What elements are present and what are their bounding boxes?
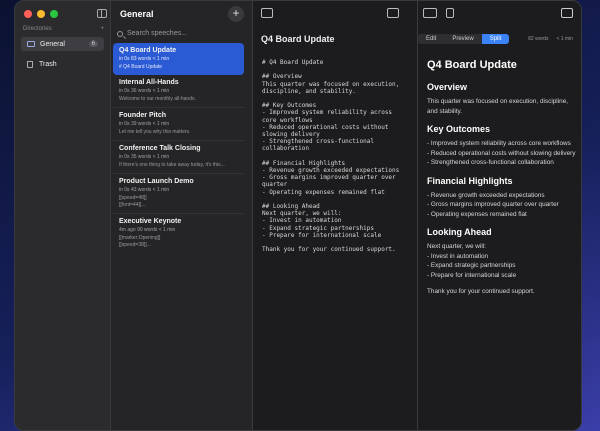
count-badge: 6 [88, 41, 98, 47]
preview-pane: Edit Preview Split 82 words < 1 min Q4 B… [418, 1, 581, 430]
document-stats: 82 words < 1 min [528, 36, 573, 42]
speech-title: Conference Talk Closing [119, 145, 201, 152]
sidebar-item-label: General [40, 40, 65, 48]
editor-pane: Q4 Board Update # Q4 Board Update ## Ove… [253, 1, 418, 430]
window-controls [24, 10, 58, 18]
folder-icon[interactable] [423, 8, 437, 18]
section-heading: Financial Highlights [427, 175, 513, 186]
list-item[interactable]: Conference Talk Closing in 0s 35 words <… [113, 141, 244, 174]
preview-heading: Q4 Board Update [427, 59, 517, 71]
speech-title: Q4 Board Update [119, 47, 177, 54]
sidebar: Directories + General 6 Trash [15, 1, 111, 430]
window-icon[interactable] [387, 8, 399, 18]
speech-meta: 4m ago 90 words < 1 min [119, 227, 176, 233]
speech-list-pane: General + Search speeches... Q4 Board Up… [111, 1, 253, 430]
view-mode-segmented: Edit Preview Split [418, 34, 510, 44]
trash-icon [27, 60, 33, 68]
sidebar-item-general[interactable]: General 6 [21, 37, 104, 51]
speech-title: Founder Pitch [119, 112, 167, 119]
split-mode-button[interactable]: Split [481, 34, 510, 44]
speech-list: Q4 Board Update in 0s 83 words < 1 min #… [111, 43, 253, 253]
speech-preview: Let me tell you why this matters. [119, 129, 191, 135]
speech-title: Executive Keynote [119, 218, 182, 225]
speech-meta: in 0s 36 words < 1 min [119, 88, 170, 94]
add-speech-button[interactable]: + [228, 6, 244, 22]
speech-meta: in 0s 35 words < 1 min [119, 154, 170, 160]
reading-time: < 1 min [556, 36, 573, 42]
list-item-text: - Gross margins improved quarter over qu… [427, 201, 559, 208]
present-icon[interactable] [561, 8, 573, 18]
play-icon[interactable] [261, 8, 273, 18]
list-item[interactable]: Product Launch Demo in 0s 43 words < 1 m… [113, 174, 244, 214]
markdown-editor[interactable]: # Q4 Board Update ## Overview This quart… [262, 59, 414, 253]
list-item[interactable]: Founder Pitch in 0s 39 words < 1 min Let… [113, 108, 244, 141]
close-window-button[interactable] [24, 10, 32, 18]
list-item-text: - Improved system reliability across cor… [427, 140, 571, 147]
sidebar-toggle-icon[interactable] [97, 9, 107, 18]
search-input[interactable]: Search speeches... [115, 27, 249, 40]
search-placeholder: Search speeches... [127, 30, 187, 37]
minimize-window-button[interactable] [37, 10, 45, 18]
list-item-text: - Prepare for international scale [427, 271, 517, 279]
rendered-preview: Q4 Board Update Overview This quarter wa… [427, 59, 577, 297]
document-title: Q4 Board Update [261, 34, 335, 44]
paragraph: Next quarter, we will: [427, 243, 486, 250]
zoom-window-button[interactable] [50, 10, 58, 18]
list-title: General [120, 9, 154, 19]
speech-title: Product Launch Demo [119, 178, 194, 185]
section-heading: Overview [427, 82, 468, 92]
speech-title: Internal All-Hands [119, 79, 179, 86]
sidebar-item-trash[interactable]: Trash [21, 57, 104, 71]
section-heading: Key Outcomes [427, 124, 491, 134]
directories-label: Directories [23, 26, 52, 32]
speech-meta: in 0s 83 words < 1 min [119, 56, 170, 62]
list-item-text: - Operating expenses remained flat [427, 210, 527, 218]
speech-preview: Welcome to our monthly all-hands. [119, 96, 196, 102]
list-item-text: - Reduced operational costs without slow… [427, 149, 576, 157]
sidebar-item-label: Trash [39, 60, 57, 68]
list-item[interactable]: Internal All-Hands in 0s 36 words < 1 mi… [113, 75, 244, 108]
paragraph: Thank you for your continued support. [427, 288, 535, 295]
edit-mode-button[interactable]: Edit [418, 34, 445, 44]
list-item-text: - Revenue growth exceeded expectations [427, 191, 545, 199]
speech-preview: If there's one thing to take away today,… [119, 162, 225, 168]
paragraph: This quarter was focused on execution, d… [427, 98, 569, 115]
speech-preview: # Q4 Board Update [119, 64, 163, 70]
list-item[interactable]: Executive Keynote 4m ago 90 words < 1 mi… [113, 214, 244, 253]
list-item[interactable]: Q4 Board Update in 0s 83 words < 1 min #… [113, 43, 244, 75]
add-directory-button[interactable]: + [100, 26, 104, 32]
speech-meta: in 0s 39 words < 1 min [119, 121, 170, 127]
preview-mode-button[interactable]: Preview [444, 34, 482, 44]
speech-preview: [[marker:Opening]] [[speed=38]]... [119, 235, 161, 248]
speech-meta: in 0s 43 words < 1 min [119, 187, 170, 193]
copy-icon[interactable] [446, 8, 454, 18]
section-heading: Looking Ahead [427, 227, 492, 237]
directories-header: Directories + [23, 26, 104, 32]
search-icon [117, 30, 123, 37]
list-item-text: - Expand strategic partnerships [427, 262, 516, 269]
list-item-text: - Strengthened cross-functional collabor… [427, 159, 554, 166]
speech-preview: [[speed=48]] [[font=44]]... [119, 195, 147, 208]
app-window: Directories + General 6 Trash General + … [14, 0, 582, 431]
word-count: 82 words [528, 36, 549, 42]
list-item-text: - Invest in automation [427, 252, 489, 260]
folder-icon [27, 41, 35, 47]
